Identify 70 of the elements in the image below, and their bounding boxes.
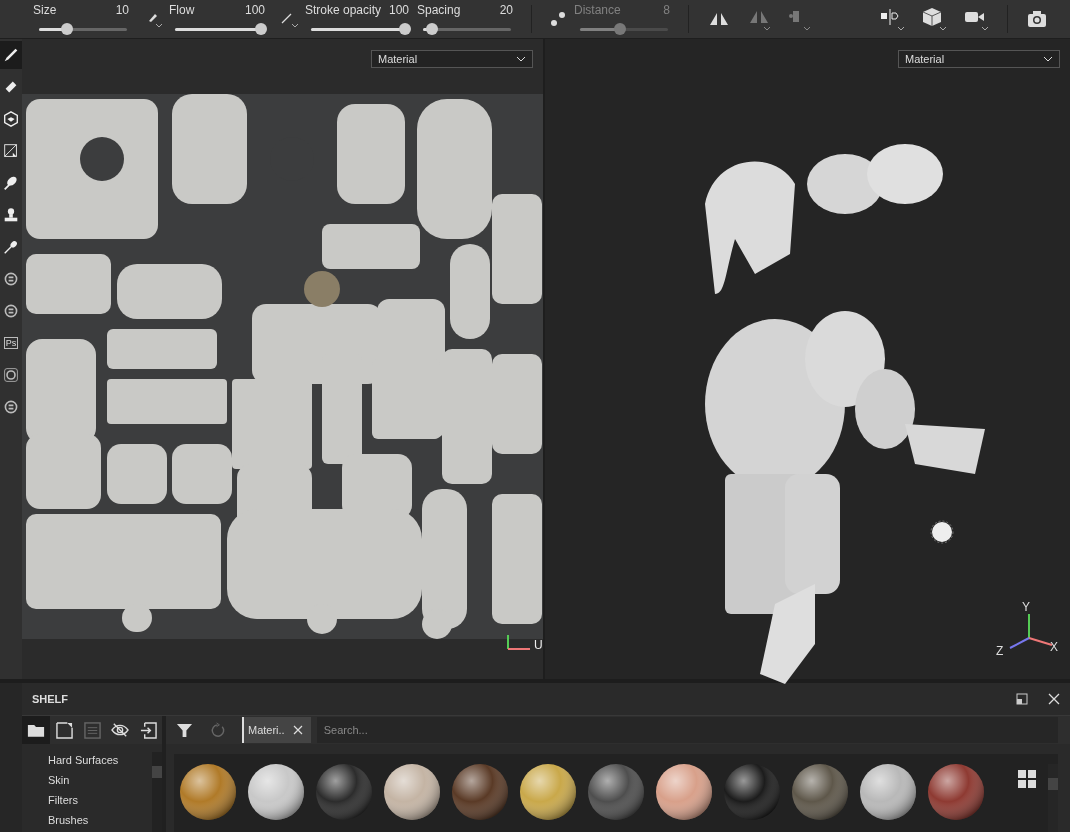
light-icon	[930, 520, 954, 545]
tool-button[interactable]: Ps	[0, 329, 22, 358]
screenshot-camera-icon[interactable]	[1026, 9, 1048, 30]
slider-label: Size	[33, 3, 57, 18]
slider-thumb[interactable]	[255, 23, 267, 36]
axis-label: U	[534, 639, 543, 652]
material-thumbnail[interactable]	[792, 764, 848, 820]
folder-icon	[27, 722, 45, 738]
channel-dropdown[interactable]: Material	[898, 50, 1060, 69]
caret-icon	[516, 56, 526, 63]
plugin-icon	[3, 399, 19, 416]
split-view-icon[interactable]	[879, 7, 905, 32]
material-thumbnail[interactable]	[656, 764, 712, 820]
import-icon	[139, 721, 157, 739]
material-thumbnail[interactable]	[928, 764, 984, 820]
plugin-icon	[3, 271, 19, 288]
slider-thumb[interactable]	[61, 23, 74, 36]
material-thumbnail[interactable]	[588, 764, 644, 820]
axis-label: Y	[1022, 600, 1030, 615]
undock-icon[interactable]	[1016, 693, 1028, 705]
slider-value[interactable]: 100	[388, 3, 413, 18]
channel-dropdown[interactable]: Material	[371, 50, 533, 69]
close-icon[interactable]	[1048, 693, 1060, 705]
reset-icon[interactable]	[209, 721, 226, 739]
scrollbar-thumb[interactable]	[152, 766, 162, 778]
scrollbar-thumb[interactable]	[1048, 778, 1058, 790]
axis-label: Z	[996, 644, 1004, 659]
photoshop-label: Ps	[3, 337, 19, 350]
grid-view-icon[interactable]	[1018, 770, 1036, 788]
slider-value[interactable]: 20	[499, 3, 517, 18]
slider-value[interactable]: 100	[244, 3, 269, 18]
material-thumbnail[interactable]	[180, 764, 236, 820]
panel-title: SHELF	[32, 693, 69, 705]
plugin-icon	[3, 303, 19, 320]
category-item[interactable]: Hard Surfaces	[48, 752, 152, 772]
filter-icon[interactable]	[176, 721, 193, 739]
tool-button[interactable]	[0, 41, 22, 70]
slider-thumb[interactable]	[399, 23, 411, 36]
shelf-tool-button[interactable]	[22, 716, 50, 744]
filter-tag[interactable]: Materi..	[242, 717, 311, 743]
axis-label: X	[1050, 640, 1058, 655]
category-item[interactable]: Brushes	[48, 812, 152, 832]
cube-icon[interactable]	[921, 7, 947, 32]
smudge-icon	[2, 174, 20, 193]
cube-icon	[2, 110, 20, 129]
slider-label: Distance	[574, 3, 621, 18]
material-thumbnail[interactable]	[384, 764, 440, 820]
scrollbar[interactable]	[152, 752, 162, 832]
slider-label: Stroke opacity	[305, 3, 382, 18]
material-thumbnail[interactable]	[248, 764, 304, 820]
material-thumbnail[interactable]	[316, 764, 372, 820]
slider-label: Flow	[169, 3, 195, 18]
save-icon	[83, 721, 101, 739]
material-thumbnail[interactable]	[860, 764, 916, 820]
hidden-eye-icon	[111, 722, 129, 738]
close-icon[interactable]	[292, 725, 303, 735]
slider-thumb[interactable]	[425, 23, 438, 36]
slider-label: Spacing	[417, 3, 461, 18]
ring-icon	[3, 367, 19, 384]
caret-icon	[1043, 56, 1053, 63]
category-item[interactable]: Filters	[48, 792, 152, 812]
new-item-icon	[55, 721, 73, 739]
material-thumbnail[interactable]	[724, 764, 780, 820]
scrollbar[interactable]	[1048, 764, 1058, 832]
uv-axis-icon	[506, 635, 532, 652]
material-thumbnail[interactable]	[452, 764, 508, 820]
search-field[interactable]: Search...	[316, 717, 1058, 743]
category-item[interactable]: Skin	[48, 772, 152, 792]
material-thumbnail[interactable]	[520, 764, 576, 820]
slider-value[interactable]: 10	[115, 3, 133, 18]
